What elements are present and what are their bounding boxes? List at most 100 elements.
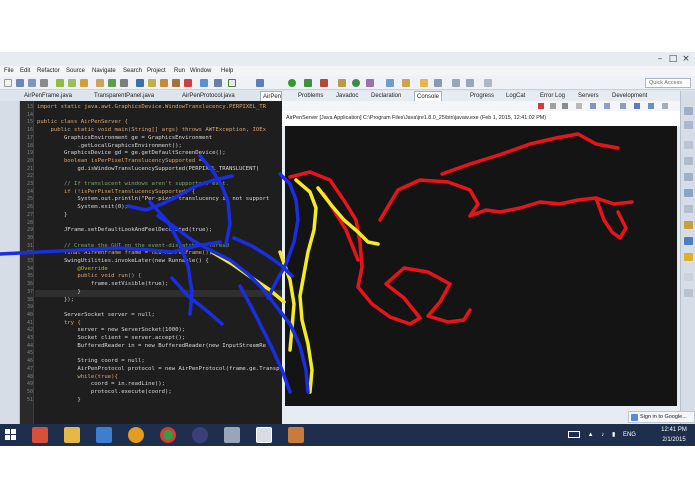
menu-project[interactable]: Project xyxy=(147,66,166,76)
step-over-icon[interactable] xyxy=(160,79,168,87)
menu-edit[interactable]: Edit xyxy=(20,66,30,76)
hierarchy-icon[interactable] xyxy=(684,221,693,229)
pin-editor-icon[interactable] xyxy=(484,79,492,87)
forward-icon[interactable] xyxy=(466,79,474,87)
pin-console-icon[interactable] xyxy=(620,103,626,109)
skip-icon[interactable] xyxy=(120,79,128,87)
search-icon[interactable] xyxy=(402,79,410,87)
drop-frame-icon[interactable] xyxy=(200,79,208,87)
new-icon[interactable] xyxy=(4,79,12,87)
minimize-icon[interactable]: – xyxy=(655,54,665,64)
start-button[interactable] xyxy=(5,429,17,441)
tab-airpenprotocol[interactable]: AirPenProtocol.java xyxy=(180,91,237,101)
remove-all-icon[interactable] xyxy=(562,103,568,109)
new-interface-icon[interactable] xyxy=(366,79,374,87)
team-sync-icon[interactable] xyxy=(684,189,693,197)
menu-navigate[interactable]: Navigate xyxy=(92,66,116,76)
avd-icon[interactable] xyxy=(68,79,76,87)
outline-icon[interactable] xyxy=(684,107,693,115)
lint-icon[interactable] xyxy=(80,79,88,87)
refresh-icon[interactable] xyxy=(108,79,116,87)
tab-error-log[interactable]: Error Log xyxy=(538,91,567,101)
language-indicator[interactable]: ENG xyxy=(623,432,636,438)
tab-transparentpanel[interactable]: TransparentPanel.java xyxy=(92,91,156,101)
breakpoint-icon[interactable] xyxy=(136,79,144,87)
tab-development[interactable]: Development xyxy=(610,91,649,101)
tab-airpenframe[interactable]: AirPenFrame.java xyxy=(22,91,74,101)
ddms-icon[interactable] xyxy=(684,173,693,181)
tab-airpenserver[interactable]: AirPen xyxy=(260,91,282,101)
java-perspective-icon[interactable] xyxy=(684,141,693,149)
sign-in-google-button[interactable]: Sign in to Google... xyxy=(628,411,695,423)
menu-window[interactable]: Window xyxy=(190,66,211,76)
print-icon[interactable] xyxy=(40,79,48,87)
scroll-lock-icon[interactable] xyxy=(590,103,596,109)
menu-file[interactable]: File xyxy=(4,66,14,76)
display-console-icon[interactable] xyxy=(634,103,640,109)
back-icon[interactable] xyxy=(452,79,460,87)
menu-run[interactable]: Run xyxy=(174,66,185,76)
new-class-icon[interactable] xyxy=(352,79,360,87)
task-list-icon[interactable] xyxy=(684,121,693,129)
console-pin-icon[interactable] xyxy=(214,79,222,87)
java-icon[interactable] xyxy=(256,427,272,443)
file-explorer-icon[interactable] xyxy=(64,427,80,443)
debug-icon[interactable] xyxy=(256,79,264,87)
step-return-icon[interactable] xyxy=(172,79,180,87)
keyboard-icon[interactable] xyxy=(568,430,580,438)
package-explorer-icon[interactable] xyxy=(684,205,693,213)
remove-launch-icon[interactable] xyxy=(550,103,556,109)
tab-logcat[interactable]: LogCat xyxy=(504,91,527,101)
run-icon[interactable] xyxy=(288,79,296,87)
clear-console-icon[interactable] xyxy=(576,103,582,109)
tab-javadoc[interactable]: Javadoc xyxy=(334,91,360,101)
new-package-icon[interactable] xyxy=(338,79,346,87)
app-grid-icon[interactable] xyxy=(32,427,48,443)
save-icon[interactable] xyxy=(16,79,24,87)
chrome-icon[interactable] xyxy=(160,427,176,443)
android-sdk-icon[interactable] xyxy=(56,79,64,87)
volume-icon[interactable]: ♪ xyxy=(601,432,604,438)
chevron-up-icon[interactable]: ▲ xyxy=(588,432,594,438)
network-icon[interactable]: ▮ xyxy=(612,432,615,438)
close-icon[interactable]: × xyxy=(681,54,691,64)
photos-icon[interactable] xyxy=(288,427,304,443)
menu-search[interactable]: Search xyxy=(123,66,142,76)
history-icon[interactable] xyxy=(684,289,693,297)
word-wrap-icon[interactable] xyxy=(604,103,610,109)
paint-icon[interactable] xyxy=(224,427,240,443)
tab-progress[interactable]: Progress xyxy=(468,91,496,101)
tab-problems[interactable]: Problems xyxy=(296,91,325,101)
menu-help[interactable]: Help xyxy=(221,66,233,76)
eclipse-icon[interactable] xyxy=(192,427,208,443)
last-edit-icon[interactable] xyxy=(434,79,442,87)
step-icon[interactable] xyxy=(148,79,156,87)
terminate-icon[interactable] xyxy=(184,79,192,87)
store-icon[interactable] xyxy=(96,427,112,443)
checkbox-icon[interactable] xyxy=(228,79,236,87)
quick-access-input[interactable]: Quick Access xyxy=(645,78,691,88)
tab-declaration[interactable]: Declaration xyxy=(369,91,403,101)
external-tools-icon[interactable] xyxy=(320,79,328,87)
minimize-view-icon[interactable] xyxy=(662,103,668,109)
build-icon[interactable] xyxy=(96,79,104,87)
maximize-icon[interactable]: □ xyxy=(668,54,678,64)
annotation-icon[interactable] xyxy=(420,79,428,87)
console-output[interactable] xyxy=(285,126,677,406)
code-editor[interactable]: import static java.awt.GraphicsDevice.Wi… xyxy=(20,101,282,442)
open-type-icon[interactable] xyxy=(386,79,394,87)
traffic-icon[interactable] xyxy=(684,253,693,261)
media-icon[interactable] xyxy=(128,427,144,443)
bookmark-icon[interactable] xyxy=(684,273,693,281)
terminate-icon[interactable] xyxy=(538,103,544,109)
open-console-icon[interactable] xyxy=(648,103,654,109)
debug-perspective-icon[interactable] xyxy=(684,157,693,165)
tab-servers[interactable]: Servers xyxy=(576,91,601,101)
menu-refactor[interactable]: Refactor xyxy=(37,66,60,76)
system-clock[interactable]: 12:41 PM 2/1/2015 xyxy=(656,425,692,445)
save-all-icon[interactable] xyxy=(28,79,36,87)
git-icon[interactable] xyxy=(684,237,693,245)
tab-console[interactable]: Console xyxy=(414,91,443,101)
menu-source[interactable]: Source xyxy=(66,66,85,76)
coverage-icon[interactable] xyxy=(304,79,312,87)
